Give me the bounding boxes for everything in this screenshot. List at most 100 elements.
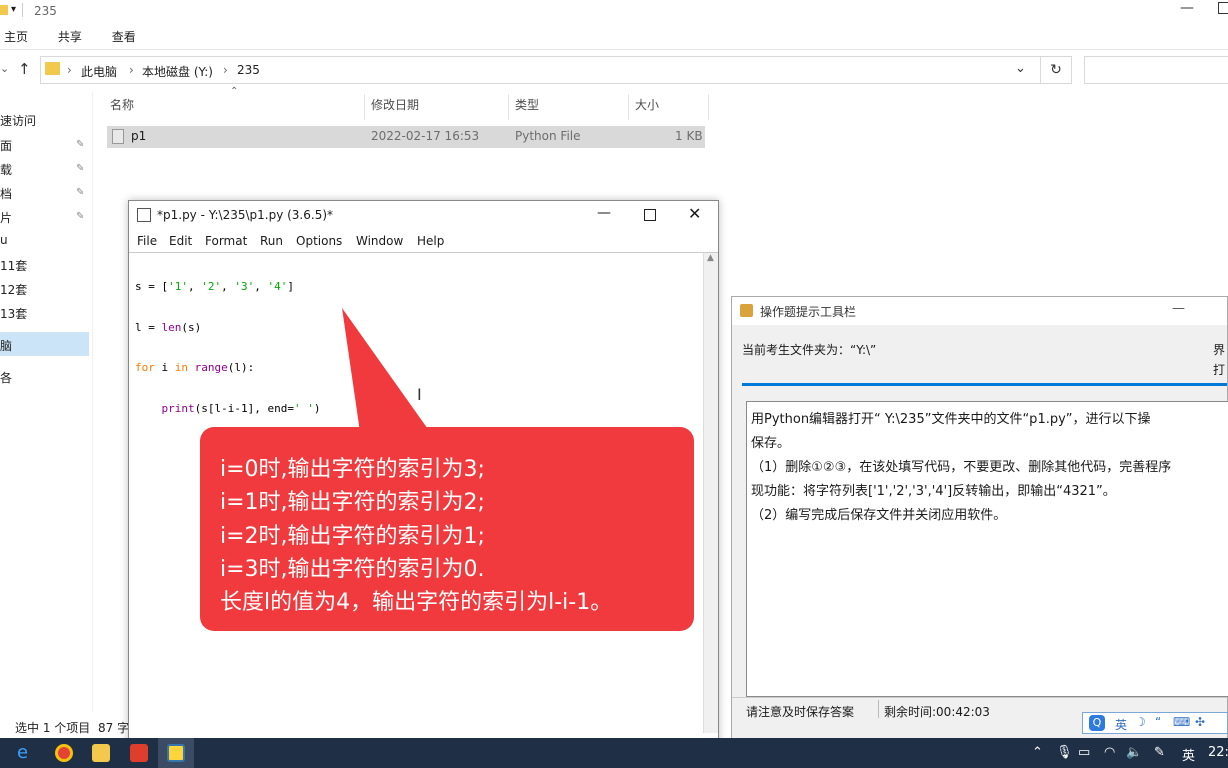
nav-item-u[interactable]: u	[0, 233, 8, 247]
search-input[interactable]	[1084, 56, 1228, 84]
menu-edit[interactable]: Edit	[169, 234, 192, 248]
column-size[interactable]: 大小	[635, 96, 659, 118]
breadcrumb-drive[interactable]: 本地磁盘 (Y:)	[142, 63, 213, 80]
pin-icon: ✎	[76, 211, 85, 222]
chrome-icon[interactable]	[55, 744, 73, 762]
minimize-button[interactable]: —	[1172, 301, 1185, 316]
instructions-panel[interactable]: 用Python编辑器打开“ Y:\235”文件夹中的文件“p1.py”，进行以下…	[746, 401, 1228, 697]
tab-home[interactable]: 主页	[4, 24, 28, 45]
ime-language[interactable]: 英	[1115, 716, 1127, 733]
current-folder-label: 当前考生文件夹为：“Y:\”	[742, 343, 877, 357]
nav-item-documents[interactable]: 档	[0, 185, 12, 202]
pin-icon: ✎	[76, 163, 85, 174]
edge-icon[interactable]: e	[17, 744, 35, 762]
pane-divider	[92, 92, 93, 712]
column-separator[interactable]	[628, 94, 629, 120]
idle-title-bar: *p1.py - Y:\235\p1.py (3.6.5)* — ✕	[129, 201, 718, 231]
network-icon[interactable]: ◠	[1104, 745, 1115, 760]
close-button[interactable]: ✕	[688, 204, 701, 223]
file-type: Python File	[515, 129, 581, 143]
menu-window[interactable]: Window	[356, 234, 403, 248]
column-type[interactable]: 类型	[515, 96, 539, 118]
nav-item-pictures[interactable]: 片	[0, 209, 12, 226]
column-name[interactable]: 名称	[110, 96, 134, 118]
tab-share[interactable]: 共享	[58, 24, 82, 45]
callout-line: i=3时,输出字符的索引为0.	[220, 557, 485, 582]
scroll-up-icon[interactable]: ▲	[707, 253, 714, 263]
nav-item-network[interactable]: 各	[0, 369, 12, 386]
chevron-right-icon: ›	[129, 63, 134, 77]
menu-file[interactable]: File	[137, 234, 157, 248]
nav-item-quick-access[interactable]: 速访问	[0, 112, 36, 129]
side-label: 打	[1213, 363, 1226, 377]
quick-access-dropdown-icon[interactable]: ▾	[11, 4, 16, 15]
show-hidden-icons-icon[interactable]: ⌃	[1032, 745, 1043, 760]
taskbar: e ⌃ 🎙 ▭ ◠ 🔈 ✎ 英 22:3	[0, 738, 1228, 768]
address-dropdown-icon[interactable]: ⌄	[1015, 61, 1026, 76]
code-line: s = ['1', '2', '3', '4']	[135, 280, 294, 293]
menu-help[interactable]: Help	[417, 234, 444, 248]
up-arrow-icon[interactable]: ↑	[18, 60, 31, 78]
folder-icon	[45, 62, 60, 75]
status-selected: 选中 1 个项目	[15, 721, 91, 735]
address-bar[interactable]: › 此电脑 › 本地磁盘 (Y:) › 235 ⌄	[40, 56, 1072, 84]
exam-hint-toolbar-window: 操作题提示工具栏 — 当前考生文件夹为：“Y:\” 界 打 用Python编辑器…	[731, 296, 1228, 740]
app-icon	[740, 304, 753, 317]
app-icon[interactable]	[130, 744, 148, 762]
nav-item-downloads[interactable]: 载	[0, 161, 12, 178]
nav-item-set-13[interactable]: 13套	[0, 305, 27, 322]
pin-icon: ✎	[76, 139, 85, 150]
column-separator[interactable]	[364, 94, 365, 120]
column-modified[interactable]: 修改日期	[371, 96, 419, 118]
column-separator[interactable]	[708, 94, 709, 120]
tab-view[interactable]: 查看	[112, 24, 136, 45]
ime-toolbar[interactable]: Q 英 ☽ “ ⌨ ✣	[1082, 712, 1228, 734]
python-file-icon	[112, 129, 124, 144]
toolbox-icon[interactable]: ✣	[1195, 715, 1205, 729]
nav-item-selected-bg	[0, 332, 89, 356]
half-width-icon[interactable]: ☽	[1135, 715, 1146, 729]
status-divider	[878, 700, 879, 718]
code-editor[interactable]: s = ['1', '2', '3', '4'] l = len(s) for …	[135, 253, 320, 442]
table-row[interactable]: p1 2022-02-17 16:53 Python File 1 KB	[107, 126, 705, 148]
code-line: l = len(s)	[135, 320, 202, 334]
battery-icon[interactable]: ▭	[1078, 745, 1090, 760]
recent-locations-icon[interactable]: ⌄	[0, 62, 9, 75]
breadcrumb-this-pc[interactable]: 此电脑	[81, 63, 117, 80]
nav-item-this-pc[interactable]: 脑	[0, 337, 12, 354]
file-name: p1	[131, 129, 147, 143]
punctuation-icon[interactable]: “	[1155, 715, 1161, 729]
minimize-button[interactable]: —	[597, 205, 611, 221]
column-separator[interactable]	[508, 94, 509, 120]
idle-window-title: *p1.py - Y:\235\p1.py (3.6.5)*	[157, 208, 334, 222]
menu-format[interactable]: Format	[205, 234, 247, 248]
minimize-button[interactable]: —	[1180, 0, 1194, 16]
ribbon-tabs: 主页 共享 查看	[4, 24, 162, 48]
breadcrumb-folder[interactable]: 235	[237, 63, 260, 77]
clock[interactable]: 22:3	[1208, 745, 1228, 760]
nav-item-set-11[interactable]: 11套	[0, 257, 27, 274]
nav-item-set-12[interactable]: 12套	[0, 281, 27, 298]
navigation-pane: 速访问 面 ✎ 载 ✎ 档 ✎ 片 ✎ u 11套 12套 13套 脑 各	[0, 100, 92, 720]
maximize-button[interactable]	[644, 209, 656, 221]
nav-item-desktop[interactable]: 面	[0, 137, 12, 154]
active-app-highlight[interactable]	[158, 738, 194, 768]
pen-icon[interactable]: ✎	[1154, 745, 1165, 760]
callout-line: i=2时,输出字符的索引为1;	[220, 524, 485, 549]
callout-line: i=1时,输出字符的索引为2;	[220, 490, 485, 515]
volume-icon[interactable]: 🔈	[1126, 745, 1142, 760]
remaining-time: 剩余时间:00:42:03	[884, 705, 990, 719]
refresh-button[interactable]: ↻	[1040, 56, 1072, 84]
editor-scrollbar[interactable]: ▲	[703, 253, 718, 733]
keyboard-icon[interactable]: ⌨	[1173, 715, 1190, 729]
maximize-button[interactable]	[1218, 2, 1228, 14]
input-language[interactable]: 英	[1182, 745, 1195, 764]
file-explorer-icon[interactable]	[92, 744, 110, 762]
side-label: 界	[1213, 343, 1226, 357]
python-idle-icon	[167, 744, 185, 762]
sort-up-icon: ⌃	[230, 86, 239, 97]
microphone-icon[interactable]: 🎙	[1056, 745, 1073, 760]
menu-run[interactable]: Run	[260, 234, 283, 248]
menu-options[interactable]: Options	[296, 234, 342, 248]
instruction-line: 用Python编辑器打开“ Y:\235”文件夹中的文件“p1.py”，进行以下…	[751, 412, 1151, 427]
